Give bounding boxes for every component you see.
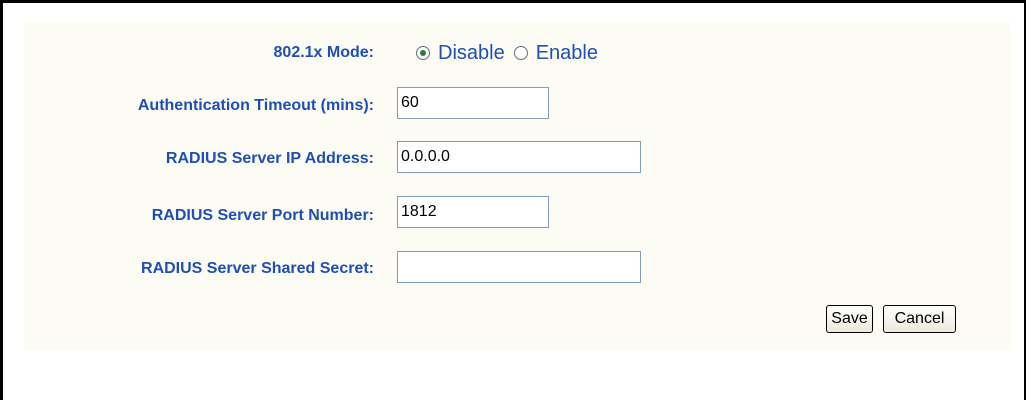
auth-timeout-input[interactable]: 60 (397, 87, 549, 119)
radius-secret-input[interactable] (397, 251, 641, 283)
save-button[interactable]: Save (826, 305, 873, 333)
radius-port-input[interactable]: 1812 (397, 196, 549, 228)
page-frame: 802.1x Mode: Disable Enable Authenticati… (0, 0, 1026, 400)
disable-radio-label[interactable]: Disable (438, 41, 505, 65)
mode-radio-group: Disable Enable (416, 41, 607, 65)
radio-selected-dot (420, 50, 426, 56)
cancel-button[interactable]: Cancel (883, 305, 956, 333)
mode-label: 802.1x Mode: (273, 44, 374, 61)
settings-panel: 802.1x Mode: Disable Enable Authenticati… (24, 22, 1011, 350)
radius-ip-label: RADIUS Server IP Address: (165, 150, 374, 167)
enable-radio-label[interactable]: Enable (536, 41, 598, 65)
auth-timeout-label: Authentication Timeout (mins): (137, 97, 374, 114)
enable-radio[interactable] (513, 46, 528, 60)
radius-port-label: RADIUS Server Port Number: (151, 207, 374, 224)
radius-secret-label: RADIUS Server Shared Secret: (141, 260, 374, 277)
disable-radio[interactable] (416, 46, 430, 60)
radius-ip-input[interactable]: 0.0.0.0 (397, 141, 641, 173)
